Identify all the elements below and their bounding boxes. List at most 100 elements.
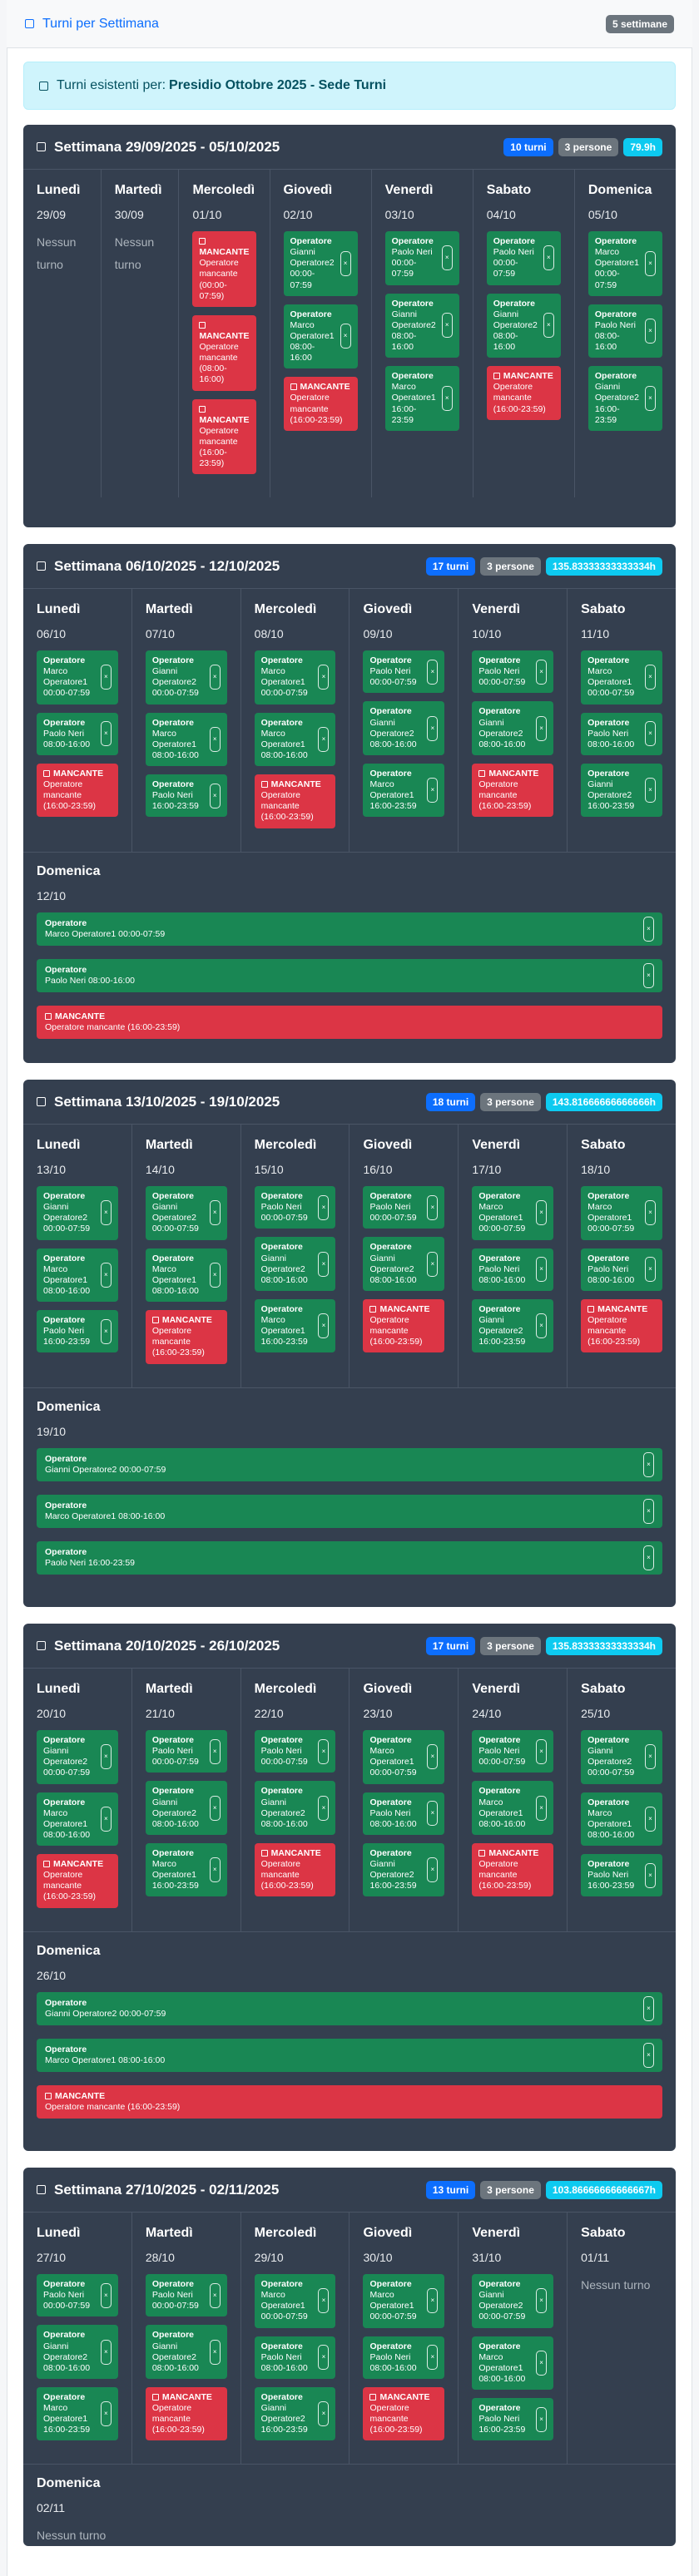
remove-icon[interactable]: × [441,245,453,271]
assigned-shift[interactable]: Operatore Gianni Operatore2 16:00-23:59 × [587,366,662,431]
remove-icon[interactable]: × [427,2345,439,2371]
assigned-shift[interactable]: Operatore Paolo Neri 00:00-07:59 × [384,231,459,285]
assigned-shift[interactable]: Operatore Marco Operatore1 08:00-16:00 × [37,1792,118,1846]
remove-icon[interactable]: × [543,313,554,339]
remove-icon[interactable]: × [644,1200,656,1226]
remove-icon[interactable]: × [318,726,330,752]
remove-icon[interactable]: × [100,2401,112,2427]
remove-icon[interactable]: × [427,778,439,803]
assigned-shift[interactable]: Operatore Marco Operatore1 08:00-16:00 × [145,712,227,766]
assigned-shift[interactable]: Operatore Gianni Operatore2 00:00-07:59 × [145,650,227,705]
remove-icon[interactable]: × [100,2282,112,2308]
remove-icon[interactable]: × [536,659,548,685]
remove-icon[interactable]: × [100,1200,112,1226]
assigned-shift[interactable]: Operatore Gianni Operatore2 08:00-16:00 × [472,701,554,755]
assigned-shift[interactable]: Operatore Paolo Neri 08:00-16:00 × [37,712,118,755]
assigned-shift[interactable]: Operatore Gianni Operatore2 08:00-16:00 × [37,2325,118,2379]
assigned-shift[interactable]: Operatore Marco Operatore1 16:00-23:59 × [37,2386,118,2441]
assigned-shift[interactable]: Operatore Marco Operatore1 00:00-07:59 × [581,1186,662,1240]
remove-icon[interactable]: × [441,313,453,339]
assigned-shift[interactable]: Operatore Marco Operatore1 00:00-07:59 × [37,912,662,946]
remove-icon[interactable]: × [209,783,221,808]
assigned-shift[interactable]: Operatore Marco Operatore1 00:00-07:59 × [472,1186,554,1240]
assigned-shift[interactable]: Operatore Gianni Operatore2 08:00-16:00 × [363,701,445,755]
assigned-shift[interactable]: Operatore Paolo Neri 00:00-07:59 × [472,1730,554,1773]
assigned-shift[interactable]: Operatore Paolo Neri 00:00-07:59 × [254,1730,336,1773]
assigned-shift[interactable]: Operatore Gianni Operatore2 00:00-07:59 × [283,231,358,296]
remove-icon[interactable]: × [643,916,654,942]
assigned-shift[interactable]: Operatore Paolo Neri 00:00-07:59 × [254,1186,336,1229]
remove-icon[interactable]: × [318,2345,330,2371]
assigned-shift[interactable]: Operatore Paolo Neri 08:00-16:00 × [254,2336,336,2379]
assigned-shift[interactable]: Operatore Paolo Neri 16:00-23:59 × [145,774,227,818]
remove-icon[interactable]: × [427,659,439,685]
assigned-shift[interactable]: Operatore Marco Operatore1 08:00-16:00 × [37,1494,662,1528]
assigned-shift[interactable]: Operatore Paolo Neri 00:00-07:59 × [363,650,445,694]
assigned-shift[interactable]: Operatore Gianni Operatore2 16:00-23:59 × [363,1842,445,1897]
remove-icon[interactable]: × [209,2282,221,2308]
assigned-shift[interactable]: Operatore Paolo Neri 08:00-16:00 × [587,304,662,358]
assigned-shift[interactable]: Operatore Paolo Neri 08:00-16:00 × [37,958,662,992]
remove-icon[interactable]: × [100,721,112,747]
remove-icon[interactable]: × [340,324,351,349]
assigned-shift[interactable]: Operatore Paolo Neri 08:00-16:00 × [363,1792,445,1835]
remove-icon[interactable]: × [441,385,453,411]
assigned-shift[interactable]: Operatore Paolo Neri 08:00-16:00 × [581,1248,662,1291]
remove-icon[interactable]: × [427,2288,439,2314]
assigned-shift[interactable]: Operatore Gianni Operatore2 08:00-16:00 × [145,1781,227,1835]
assigned-shift[interactable]: Operatore Marco Operatore1 16:00-23:59 × [145,1842,227,1897]
remove-icon[interactable]: × [644,1257,656,1283]
assigned-shift[interactable]: Operatore Paolo Neri 00:00-07:59 × [37,2274,118,2317]
assigned-shift[interactable]: Operatore Marco Operatore1 00:00-07:59 × [254,2274,336,2328]
assigned-shift[interactable]: Operatore Gianni Operatore2 08:00-16:00 × [486,293,561,358]
remove-icon[interactable]: × [536,2288,548,2314]
remove-icon[interactable]: × [100,2339,112,2365]
remove-icon[interactable]: × [536,1200,548,1226]
assigned-shift[interactable]: Operatore Marco Operatore1 08:00-16:00 × [254,712,336,766]
remove-icon[interactable]: × [643,1498,654,1524]
assigned-shift[interactable]: Operatore Marco Operatore1 00:00-07:59 × [587,231,662,296]
remove-icon[interactable]: × [209,1262,221,1288]
assigned-shift[interactable]: Operatore Gianni Operatore2 00:00-07:59 × [581,1730,662,1784]
remove-icon[interactable]: × [427,1857,439,1883]
remove-icon[interactable]: × [536,2350,548,2376]
assigned-shift[interactable]: Operatore Marco Operatore1 16:00-23:59 × [384,366,459,431]
assigned-shift[interactable]: Operatore Gianni Operatore2 16:00-23:59 × [472,1298,554,1353]
remove-icon[interactable]: × [427,1194,439,1220]
remove-icon[interactable]: × [644,778,656,803]
assigned-shift[interactable]: Operatore Gianni Operatore2 08:00-16:00 × [254,1781,336,1835]
assigned-shift[interactable]: Operatore Paolo Neri 00:00-07:59 × [145,2274,227,2317]
assigned-shift[interactable]: Operatore Gianni Operatore2 00:00-07:59 × [37,1447,662,1481]
remove-icon[interactable]: × [209,2339,221,2365]
assigned-shift[interactable]: Operatore Gianni Operatore2 00:00-07:59 × [37,1991,662,2025]
remove-icon[interactable]: × [427,1801,439,1827]
remove-icon[interactable]: × [100,1744,112,1770]
remove-icon[interactable]: × [643,2042,654,2068]
remove-icon[interactable]: × [536,1795,548,1821]
assigned-shift[interactable]: Operatore Marco Operatore1 00:00-07:59 × [363,2274,445,2328]
remove-icon[interactable]: × [100,1318,112,1344]
remove-icon[interactable]: × [643,1451,654,1477]
assigned-shift[interactable]: Operatore Gianni Operatore2 08:00-16:00 × [145,2325,227,2379]
remove-icon[interactable]: × [318,1313,330,1339]
remove-icon[interactable]: × [340,250,351,276]
assigned-shift[interactable]: Operatore Paolo Neri 00:00-07:59 × [472,650,554,694]
assigned-shift[interactable]: Operatore Paolo Neri 00:00-07:59 × [145,1730,227,1773]
assigned-shift[interactable]: Operatore Gianni Operatore2 16:00-23:59 × [581,763,662,818]
remove-icon[interactable]: × [645,250,656,276]
remove-icon[interactable]: × [427,715,439,741]
remove-icon[interactable]: × [318,2401,330,2427]
remove-icon[interactable]: × [209,1738,221,1764]
remove-icon[interactable]: × [100,1262,112,1288]
remove-icon[interactable]: × [644,665,656,690]
assigned-shift[interactable]: Operatore Gianni Operatore2 08:00-16:00 × [363,1237,445,1291]
remove-icon[interactable]: × [643,1995,654,2021]
assigned-shift[interactable]: Operatore Paolo Neri 16:00-23:59 × [37,1310,118,1353]
remove-icon[interactable]: × [644,1862,656,1888]
assigned-shift[interactable]: Operatore Gianni Operatore2 16:00-23:59 × [254,2386,336,2441]
remove-icon[interactable]: × [318,1795,330,1821]
remove-icon[interactable]: × [318,1738,330,1764]
remove-icon[interactable]: × [209,1795,221,1821]
assigned-shift[interactable]: Operatore Marco Operatore1 08:00-16:00 × [472,1781,554,1835]
assigned-shift[interactable]: Operatore Paolo Neri 08:00-16:00 × [472,1248,554,1291]
